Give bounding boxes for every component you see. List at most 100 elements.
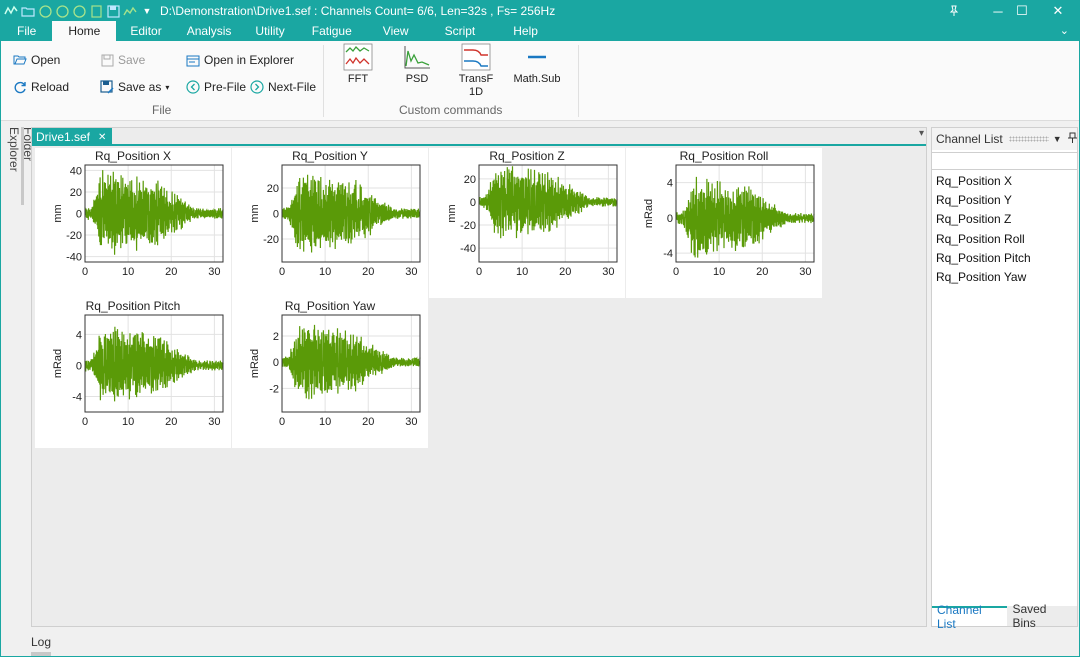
y-tick-label: -40	[66, 252, 82, 264]
y-tick-label: -20	[263, 234, 279, 246]
channel-filter-input[interactable]	[932, 152, 1077, 170]
menu-fatigue[interactable]: Fatigue	[298, 21, 366, 41]
log-tab[interactable]: Log	[31, 635, 51, 649]
close-button[interactable]: ✕	[1035, 1, 1080, 21]
panel-dropdown-icon[interactable]: ▼	[1053, 134, 1062, 144]
minus-icon	[528, 55, 546, 59]
chart-card[interactable]: 0 10 20 30 4 0 -4 mRad Rq_Position Roll	[626, 148, 822, 298]
open-quick-icon[interactable]	[21, 4, 35, 18]
new-quick-icon[interactable]	[89, 4, 103, 18]
drag-grip[interactable]	[1008, 136, 1049, 142]
signal-line	[84, 326, 224, 402]
open-in-explorer-button[interactable]: Open in Explorer	[186, 53, 294, 67]
y-tick-label: -4	[663, 248, 673, 260]
y-axis-label: mm	[52, 204, 64, 222]
x-tick-label: 0	[279, 266, 285, 278]
save-as-button[interactable]: Save as ▾	[100, 80, 169, 94]
save-button[interactable]: Save	[100, 53, 145, 67]
x-tick-label: 10	[319, 416, 331, 428]
fft-button[interactable]: FFT	[335, 43, 381, 86]
tab-saved-bins[interactable]: Saved Bins	[1007, 602, 1077, 630]
chart-plot: 0 10 20 30 20 0 -20 -40 mm	[446, 164, 618, 278]
menu-script[interactable]: Script	[426, 21, 495, 41]
menu-help[interactable]: Help	[494, 21, 557, 41]
pin-icon[interactable]	[1067, 132, 1077, 146]
explorer-icon	[186, 53, 200, 67]
app-logo-icon	[4, 4, 18, 18]
psd-button[interactable]: PSD	[394, 43, 440, 86]
ribbon-separator	[323, 45, 324, 117]
menu-analysis[interactable]: Analysis	[176, 21, 243, 41]
channel-item[interactable]: Rq_Position Roll	[936, 232, 1025, 246]
pre-file-button[interactable]: Pre-File	[186, 80, 246, 94]
close-tab-icon[interactable]: ✕	[98, 132, 106, 143]
y-axis-label: mRad	[643, 199, 655, 228]
reload-button[interactable]: Reload	[13, 80, 69, 94]
chart-card[interactable]: 0 10 20 30 2 0 -2 mRad Rq_Position Yaw	[232, 298, 428, 448]
x-tick-label: 0	[476, 266, 482, 278]
arrow-right-circle-icon	[250, 80, 264, 94]
panel-tabs: Channel List Saved Bins	[932, 602, 1077, 631]
channel-item[interactable]: Rq_Position Z	[936, 212, 1011, 226]
channel-item[interactable]: Rq_Position X	[936, 174, 1012, 188]
y-tick-label: 0	[273, 209, 279, 221]
chart-card[interactable]: 0 10 20 30 4 0 -4 mRad Rq_Position Pitch	[35, 298, 231, 448]
menu-view[interactable]: View	[366, 21, 426, 41]
channel-item[interactable]: Rq_Position Pitch	[936, 251, 1031, 265]
y-tick-label: 20	[464, 174, 476, 186]
quick-access-dropdown-icon[interactable]: ▼	[140, 4, 154, 18]
tab-channel-list[interactable]: Channel List	[932, 603, 1008, 631]
menu-utility[interactable]: Utility	[242, 21, 297, 41]
y-axis-label: mm	[446, 204, 458, 222]
run-quick-icon[interactable]	[72, 4, 86, 18]
ribbon-collapse-icon[interactable]: ⌄	[1060, 24, 1069, 37]
y-tick-label: 0	[76, 209, 82, 221]
tab-list-dropdown-icon[interactable]: ▾	[919, 128, 924, 139]
folder-explorer-tab[interactable]: Folder Explorer	[7, 127, 35, 207]
transf-1d-button[interactable]: TransF 1D	[453, 43, 499, 99]
y-axis-label: mRad	[52, 349, 64, 378]
log-tab-bar	[31, 652, 51, 656]
menu-editor[interactable]: Editor	[116, 21, 175, 41]
app-window: ▼ D:\Demonstration\Drive1.sef : Channels…	[0, 0, 1080, 657]
x-tick-label: 20	[756, 266, 768, 278]
transfer-function-icon	[461, 43, 491, 71]
x-tick-label: 20	[165, 266, 177, 278]
y-axis-label: mRad	[249, 349, 261, 378]
dropdown-arrow-icon: ▾	[165, 82, 170, 92]
save-as-icon	[100, 80, 114, 94]
menu-file[interactable]: File	[1, 21, 53, 41]
chart-plot: 0 10 20 3040-4mRad	[643, 164, 815, 278]
back-quick-icon[interactable]	[38, 4, 52, 18]
chart-card[interactable]: 0 10 20 30 20 0 -20 -40 mm Rq_Position Z	[429, 148, 625, 298]
menu-home[interactable]: Home	[52, 21, 117, 41]
chart-card[interactable]: 0 10 20 30 20 0 -20 mm Rq_Position Y	[232, 148, 428, 298]
document-area: Drive1.sef ✕ ▾ 0 10 20 30 40 20 0 -20 -40 mm Rq_P…	[31, 127, 927, 627]
channel-list-panel: Channel List ▼ Rq_Position X Rq_Position…	[931, 127, 1078, 631]
y-tick-label: 20	[70, 187, 82, 199]
x-tick-label: 20	[559, 266, 571, 278]
x-tick-label: 20	[165, 416, 177, 428]
file-group-label: File	[152, 103, 172, 117]
x-tick-label: 0	[673, 266, 679, 278]
arrow-left-circle-icon	[186, 80, 200, 94]
title-bar: ▼ D:\Demonstration\Drive1.sef : Channels…	[1, 1, 1079, 21]
chart-card[interactable]: 0 10 20 30 40 20 0 -20 -40 mm Rq_Position X	[35, 148, 231, 298]
next-file-button[interactable]: Next-File	[250, 80, 316, 94]
channel-item[interactable]: Rq_Position Yaw	[936, 270, 1026, 284]
x-tick-label: 30	[208, 266, 220, 278]
y-tick-label: 20	[267, 183, 279, 195]
math-sub-button[interactable]: Math.Sub	[510, 43, 564, 86]
y-axis-label: mm	[249, 204, 261, 222]
y-tick-label: 4	[76, 329, 82, 341]
chart-plot: 0 10 20 3020-2mRad	[249, 314, 421, 428]
document-tab[interactable]: Drive1.sef ✕	[32, 128, 113, 146]
pin-window-button[interactable]	[931, 1, 977, 21]
x-tick-label: 30	[799, 266, 811, 278]
channel-item[interactable]: Rq_Position Y	[936, 193, 1012, 207]
save-quick-icon[interactable]	[106, 4, 120, 18]
forward-quick-icon[interactable]	[55, 4, 69, 18]
ribbon-separator	[578, 45, 579, 117]
chart-quick-icon[interactable]	[123, 4, 137, 18]
open-button[interactable]: Open	[13, 53, 60, 67]
